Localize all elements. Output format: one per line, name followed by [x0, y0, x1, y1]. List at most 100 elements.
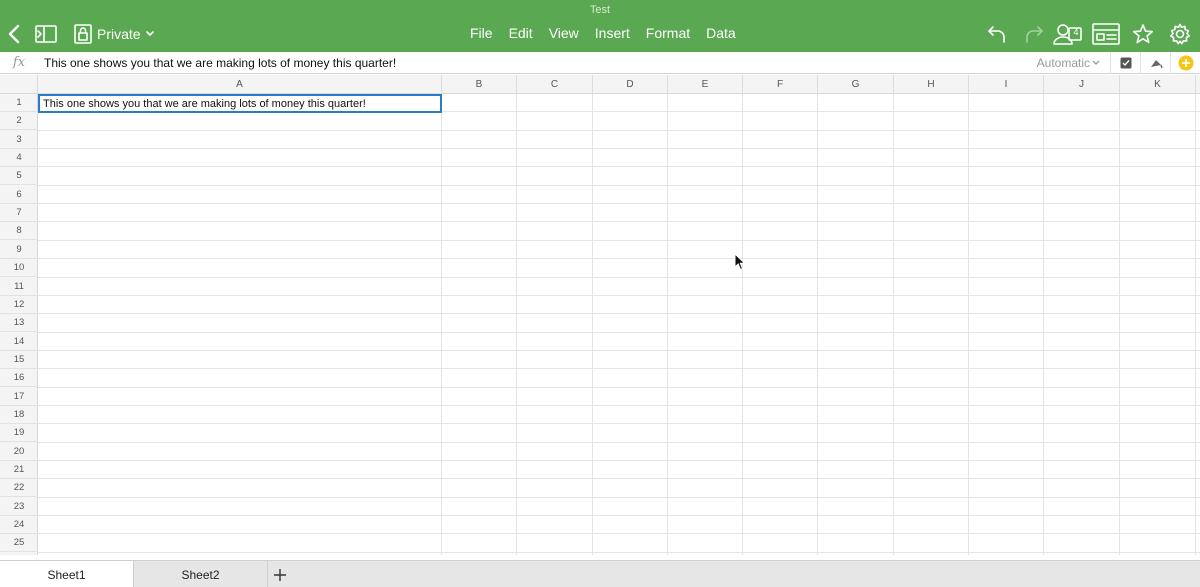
- row-gridline: [38, 478, 1200, 479]
- formula-bar: fx This one shows you that we are making…: [0, 51, 1200, 74]
- collaborators-button[interactable]: 4: [1052, 21, 1082, 47]
- row-gridline: [38, 166, 1200, 167]
- row-header-10[interactable]: 10: [0, 259, 38, 277]
- row-header-12[interactable]: 12: [0, 296, 38, 314]
- row-header-11[interactable]: 11: [0, 278, 38, 296]
- column-header-d[interactable]: D: [593, 75, 668, 94]
- row-gridline: [38, 405, 1200, 406]
- privacy-label: Private: [97, 26, 141, 42]
- sheet-tab-bar: Sheet1 Sheet2: [0, 560, 1200, 587]
- row-gridline: [38, 442, 1200, 443]
- column-gridline: [893, 94, 894, 555]
- row-header-6[interactable]: 6: [0, 186, 38, 204]
- row-header-13[interactable]: 13: [0, 314, 38, 332]
- column-header-h[interactable]: H: [894, 75, 969, 94]
- number-format-label: Automatic: [1036, 55, 1090, 70]
- sheet-tab-2[interactable]: Sheet2: [134, 561, 268, 587]
- collaborator-count: 4: [1073, 27, 1079, 37]
- row-header-23[interactable]: 23: [0, 498, 38, 516]
- fx-label: fx: [12, 55, 26, 70]
- row-header-24[interactable]: 24: [0, 516, 38, 534]
- menu-data[interactable]: Data: [698, 25, 744, 41]
- sidebar-toggle-icon[interactable]: [34, 22, 58, 46]
- row-header-14[interactable]: 14: [0, 333, 38, 351]
- undo-icon[interactable]: [985, 22, 1009, 46]
- row-header-9[interactable]: 9: [0, 241, 38, 259]
- row-gridline: [38, 295, 1200, 296]
- formula-input[interactable]: This one shows you that we are making lo…: [38, 56, 1037, 70]
- plus-icon: [274, 569, 286, 581]
- favorite-star-icon[interactable]: [1131, 22, 1155, 46]
- row-header-17[interactable]: 17: [0, 388, 38, 406]
- row-gridline: [38, 185, 1200, 186]
- row-gridline: [38, 368, 1200, 369]
- mouse-pointer-icon: [734, 253, 746, 271]
- column-gridline: [1043, 94, 1044, 555]
- column-header-c[interactable]: C: [517, 75, 593, 94]
- row-header-21[interactable]: 21: [0, 461, 38, 479]
- row-header-4[interactable]: 4: [0, 149, 38, 167]
- column-header-g[interactable]: G: [818, 75, 894, 94]
- column-gridline: [968, 94, 969, 555]
- cell-a1[interactable]: This one shows you that we are making lo…: [38, 94, 442, 113]
- row-header-3[interactable]: 3: [0, 131, 38, 149]
- sheet-view-icon[interactable]: [1091, 22, 1121, 46]
- row-gridline: [38, 258, 1200, 259]
- chevron-down-icon: [1092, 60, 1100, 65]
- column-header-i[interactable]: I: [969, 75, 1044, 94]
- row-header-20[interactable]: 20: [0, 443, 38, 461]
- add-function-icon[interactable]: [1170, 51, 1200, 74]
- row-header-19[interactable]: 19: [0, 424, 38, 442]
- privacy-dropdown[interactable]: Private: [74, 22, 154, 46]
- lock-icon: [74, 24, 92, 44]
- row-gridline: [38, 130, 1200, 131]
- column-header-b[interactable]: B: [442, 75, 517, 94]
- menu-edit[interactable]: Edit: [501, 25, 541, 41]
- row-header-1[interactable]: 1: [0, 94, 38, 112]
- column-header-a[interactable]: A: [38, 75, 442, 94]
- menu-insert[interactable]: Insert: [587, 25, 638, 41]
- row-gridline: [38, 387, 1200, 388]
- chevron-down-icon: [145, 31, 154, 36]
- row-gridline: [38, 497, 1200, 498]
- accept-checkbox-icon[interactable]: [1110, 51, 1140, 74]
- select-all-corner[interactable]: [0, 75, 38, 94]
- row-header-7[interactable]: 7: [0, 204, 38, 222]
- column-gridline: [817, 94, 818, 555]
- row-gridline: [38, 313, 1200, 314]
- number-format-dropdown[interactable]: Automatic: [1037, 56, 1100, 70]
- row-header-25[interactable]: 25: [0, 534, 38, 552]
- menu-file[interactable]: File: [470, 25, 501, 41]
- column-header-f[interactable]: F: [743, 75, 818, 94]
- row-gridline: [38, 350, 1200, 351]
- back-icon[interactable]: [4, 22, 24, 46]
- menu-format[interactable]: Format: [638, 25, 698, 41]
- row-gridline: [38, 332, 1200, 333]
- row-gridline: [38, 277, 1200, 278]
- column-header-j[interactable]: J: [1044, 75, 1120, 94]
- add-sheet-button[interactable]: [268, 564, 292, 586]
- row-header-2[interactable]: 2: [0, 112, 38, 130]
- sheet-tab-1[interactable]: Sheet1: [0, 561, 134, 587]
- row-gridline: [38, 423, 1200, 424]
- row-gridline: [38, 221, 1200, 222]
- row-header-5[interactable]: 5: [0, 167, 38, 185]
- redo-icon[interactable]: [1022, 22, 1046, 46]
- column-gridline: [1195, 94, 1196, 555]
- menu-view[interactable]: View: [541, 25, 587, 41]
- format-brush-icon[interactable]: [1140, 51, 1170, 74]
- row-gridline: [38, 515, 1200, 516]
- row-gridline: [38, 552, 1200, 553]
- column-header-e[interactable]: E: [668, 75, 743, 94]
- row-gridline: [38, 460, 1200, 461]
- column-gridline: [742, 94, 743, 555]
- toolbar: Test Private File Edit View Insert Forma…: [0, 0, 1200, 52]
- row-header-18[interactable]: 18: [0, 406, 38, 424]
- row-header-16[interactable]: 16: [0, 369, 38, 387]
- cell-grid[interactable]: This one shows you that we are making lo…: [38, 94, 1200, 555]
- row-header-15[interactable]: 15: [0, 351, 38, 369]
- settings-gear-icon[interactable]: [1168, 22, 1192, 46]
- column-header-k[interactable]: K: [1120, 75, 1196, 94]
- row-header-8[interactable]: 8: [0, 222, 38, 240]
- row-header-22[interactable]: 22: [0, 479, 38, 497]
